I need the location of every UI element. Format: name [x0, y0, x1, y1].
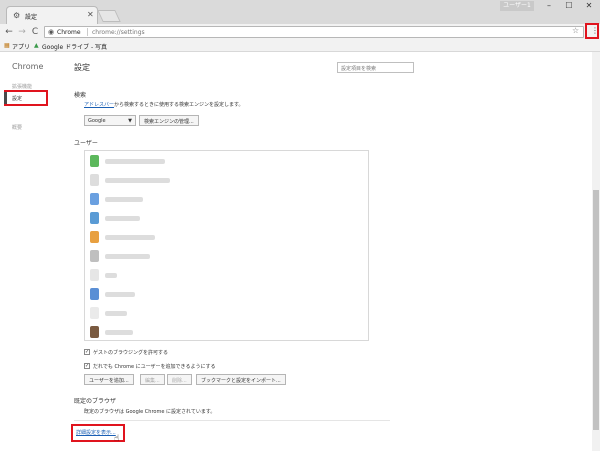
search-heading: 検索	[74, 92, 87, 99]
add-user-button[interactable]: ユーザーを追加...	[84, 374, 134, 385]
advanced-link-label: 詳細設定を表示...	[76, 430, 116, 436]
sidebar-item-about[interactable]: 概要	[12, 124, 22, 131]
edit-user-button[interactable]: 編集...	[140, 374, 165, 385]
address-bar[interactable]: ◉ Chrome chrome://settings	[44, 26, 584, 38]
user-name-blurred	[105, 178, 170, 183]
list-item[interactable]	[85, 265, 368, 286]
list-item[interactable]	[85, 246, 368, 267]
sidebar-title: Chrome	[12, 62, 44, 71]
sidebar-item-label: 設定	[12, 96, 23, 102]
profile-button[interactable]: ユーザー1	[500, 1, 534, 11]
avatar	[90, 307, 99, 319]
default-browser-desc: 既定のブラウザは Google Chrome に設定されています。	[84, 409, 216, 415]
drive-icon: ▲	[34, 42, 39, 49]
omnibox-link[interactable]: アドレスバー	[84, 102, 114, 108]
avatar	[90, 288, 99, 300]
list-item[interactable]	[85, 189, 368, 210]
sidebar-item-settings[interactable]: 設定	[4, 90, 48, 106]
page-title: 設定	[74, 63, 90, 72]
url-text: chrome://settings	[92, 29, 145, 36]
search-engine-value: Google	[88, 118, 106, 124]
guest-browsing-label: ゲストのブラウジングを許可する	[93, 350, 169, 356]
reload-button[interactable]: C	[30, 27, 40, 37]
list-item[interactable]	[85, 170, 368, 191]
anyone-add-user-checkbox[interactable]: ✓	[84, 363, 90, 369]
import-bookmarks-button[interactable]: ブックマークと設定をインポート...	[196, 374, 286, 385]
forward-button[interactable]: →	[17, 27, 27, 37]
active-indicator	[4, 92, 7, 104]
search-description: アドレスバーから検索するときに使用する検索エンジンを設定します。	[84, 101, 244, 108]
user-name-blurred	[105, 292, 135, 297]
default-browser-heading: 既定のブラウザ	[74, 398, 117, 405]
user-list[interactable]	[84, 150, 369, 341]
settings-page: Chrome 拡張機能 設定 概要 設定 設定項目を検索 検索 アドレスバーから…	[0, 52, 600, 451]
search-engine-select[interactable]: Google ▼	[84, 115, 136, 126]
toolbar: ← → C ◉ Chrome chrome://settings ☆	[0, 24, 600, 40]
user-name-blurred	[105, 273, 117, 278]
list-item[interactable]	[85, 322, 368, 343]
user-name-blurred	[105, 197, 143, 202]
user-name-blurred	[105, 159, 165, 164]
search-desc-text: から検索するときに使用する検索エンジンを設定します。	[114, 102, 244, 108]
manage-search-engines-button[interactable]: 検索エンジンの管理...	[139, 115, 199, 126]
avatar	[90, 326, 99, 338]
back-button[interactable]: ←	[4, 27, 14, 37]
avatar	[90, 231, 99, 243]
bookmarks-bar: ▦ アプリ ▲ Google ドライブ - 写真	[0, 40, 600, 52]
bookmark-drive[interactable]: Google ドライブ - 写真	[42, 42, 107, 51]
avatar	[90, 174, 99, 186]
list-item[interactable]	[85, 227, 368, 248]
avatar	[90, 269, 99, 281]
user-name-blurred	[105, 216, 140, 221]
list-item[interactable]	[85, 284, 368, 305]
user-name-blurred	[105, 311, 127, 316]
tab-close-icon[interactable]: ✕	[87, 10, 94, 19]
guest-browsing-checkbox[interactable]: ✓	[84, 349, 90, 355]
page-info-icon[interactable]: ◉	[48, 28, 54, 36]
delete-user-button[interactable]: 削除...	[167, 374, 192, 385]
avatar	[90, 250, 99, 262]
list-item[interactable]	[85, 151, 368, 172]
sidebar-item-extensions[interactable]: 拡張機能	[12, 83, 32, 90]
tab-title: 設定	[25, 14, 38, 21]
gear-icon: ⚙	[13, 11, 21, 20]
maximize-button[interactable]: ☐	[560, 1, 578, 11]
url-origin: Chrome	[57, 29, 81, 36]
user-name-blurred	[105, 235, 155, 240]
user-name-blurred	[105, 254, 150, 259]
list-item[interactable]	[85, 303, 368, 324]
url-separator	[87, 28, 88, 36]
close-window-button[interactable]: ✕	[580, 1, 598, 11]
divider	[74, 420, 390, 421]
user-name-blurred	[105, 330, 133, 335]
users-heading: ユーザー	[74, 140, 98, 147]
search-input[interactable]: 設定項目を検索	[337, 62, 414, 73]
apps-grid-icon: ▦	[4, 42, 10, 49]
chrome-menu-button[interactable]: ⋮	[585, 23, 599, 39]
dropdown-arrow-icon: ▼	[128, 118, 132, 124]
hand-cursor-icon: ☝	[114, 434, 120, 444]
avatar	[90, 155, 99, 167]
anyone-add-user-label: だれでも Chrome にユーザーを追加できるようにする	[93, 364, 216, 370]
menu-dots-icon: ⋮	[591, 26, 599, 35]
avatar	[90, 212, 99, 224]
title-bar: ⚙ 設定 ✕ ユーザー1 – ☐ ✕	[0, 0, 600, 24]
new-tab-button[interactable]	[97, 10, 121, 22]
avatar	[90, 193, 99, 205]
bookmark-star-icon[interactable]: ☆	[572, 26, 579, 35]
bookmark-apps[interactable]: アプリ	[12, 42, 30, 51]
list-item[interactable]	[85, 208, 368, 229]
tab-settings[interactable]: ⚙ 設定 ✕	[6, 6, 98, 24]
scrollbar-thumb[interactable]	[593, 190, 599, 430]
minimize-button[interactable]: –	[540, 1, 558, 11]
